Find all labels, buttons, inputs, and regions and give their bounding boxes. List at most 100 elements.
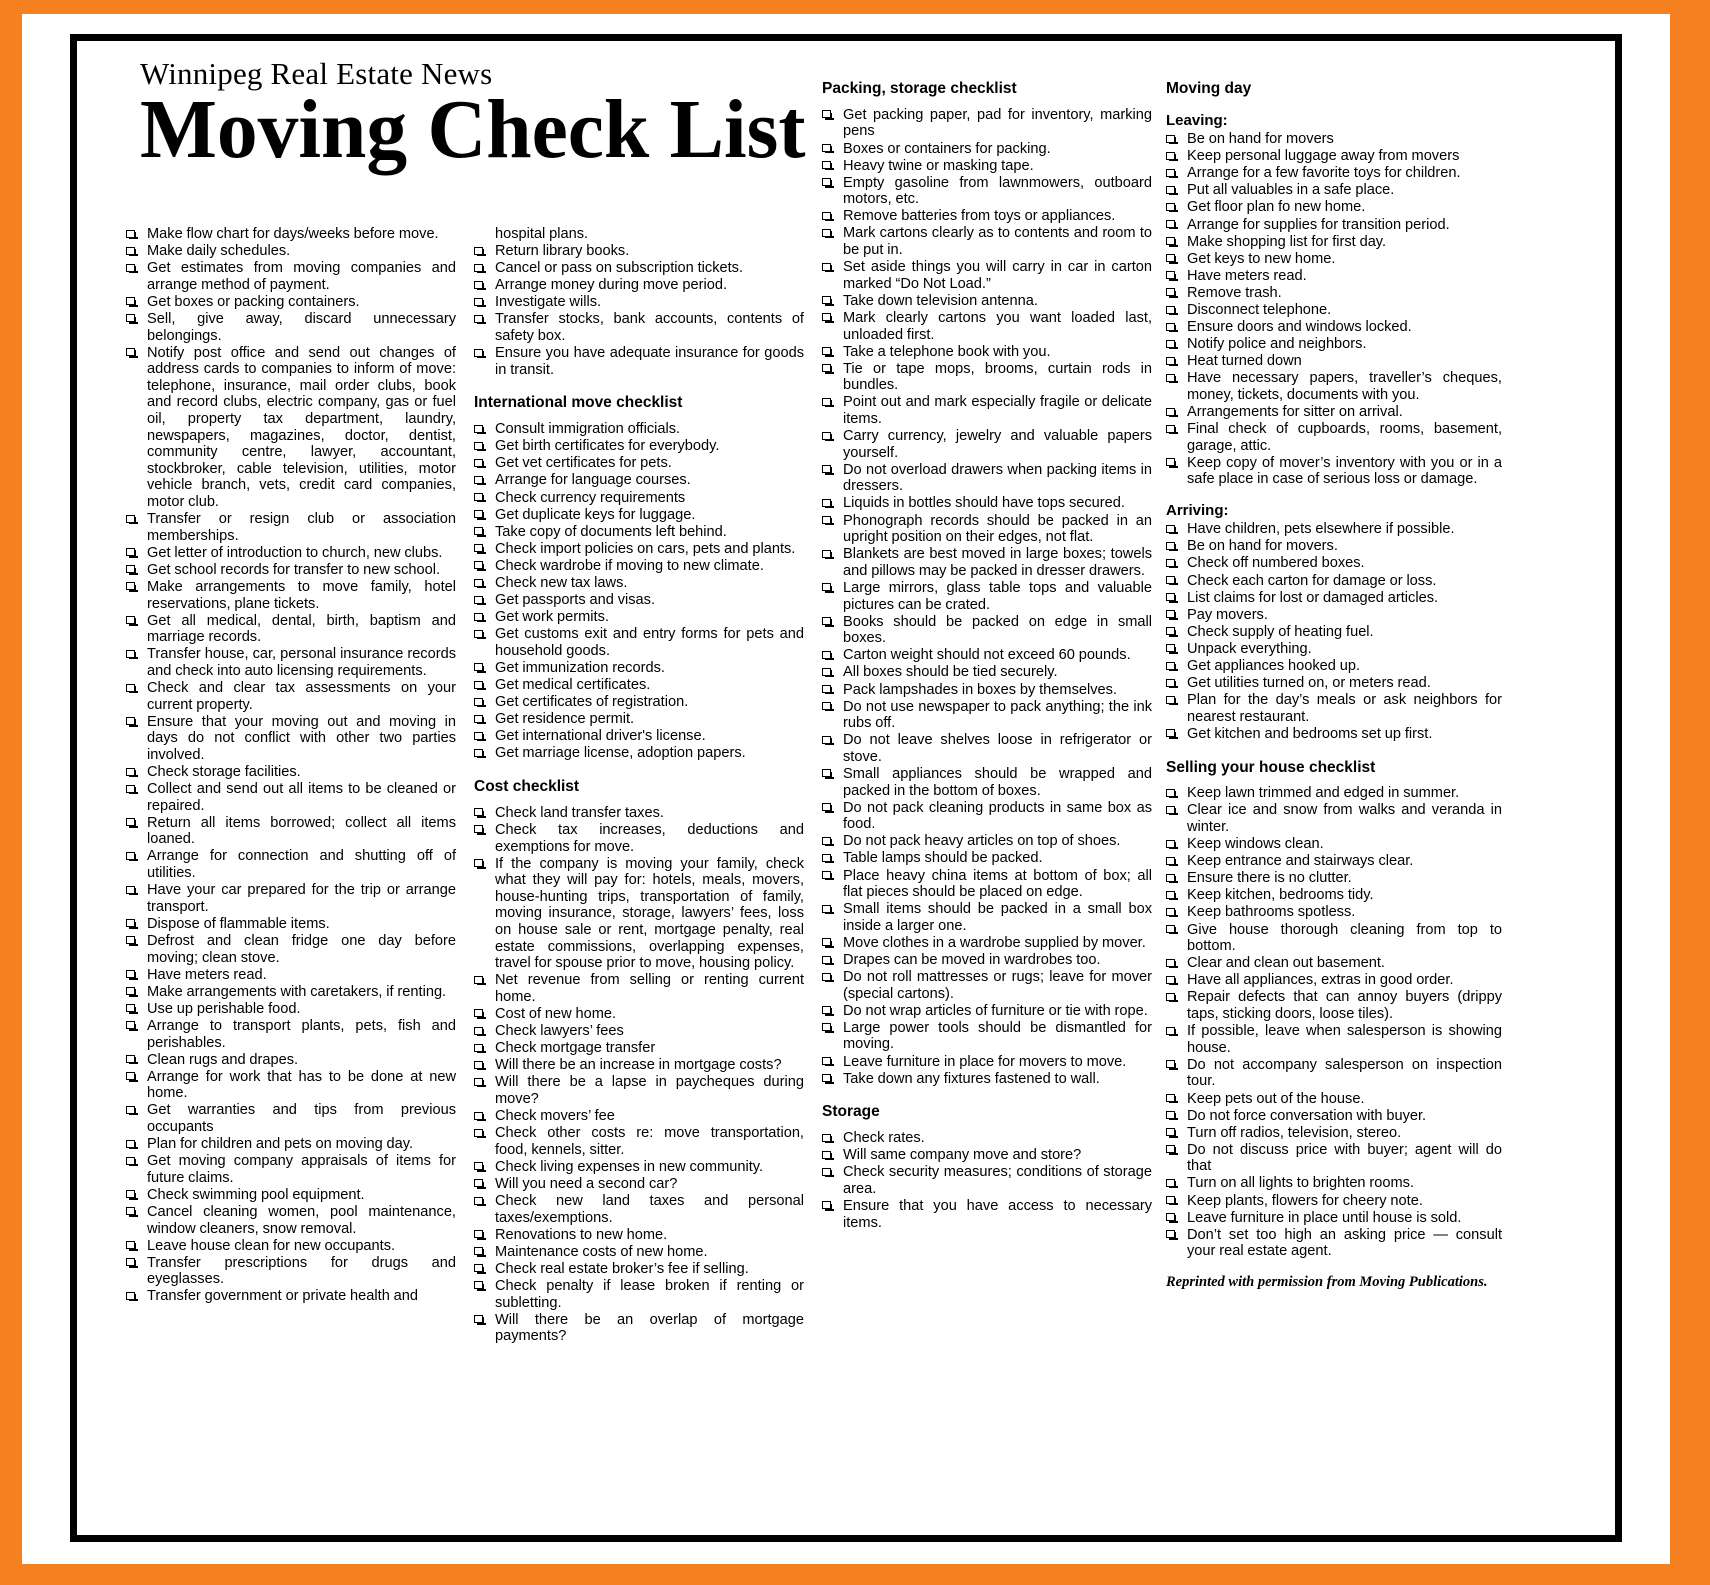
checklist-item[interactable]: Notify post office and send out changes … bbox=[126, 345, 456, 511]
checklist-item[interactable]: Check movers’ fee bbox=[474, 1108, 804, 1125]
checkbox-icon[interactable] bbox=[126, 297, 138, 307]
checkbox-icon[interactable] bbox=[126, 1105, 138, 1116]
checklist-item[interactable]: Keep plants, flowers for cheery note. bbox=[1166, 1193, 1502, 1210]
checklist-item[interactable]: Make flow chart for days/weeks before mo… bbox=[126, 226, 456, 243]
checkbox-icon[interactable] bbox=[1166, 305, 1178, 315]
checkbox-icon[interactable] bbox=[1166, 873, 1178, 884]
checklist-item[interactable]: Ensure that you have access to necessary… bbox=[822, 1198, 1152, 1231]
checkbox-icon[interactable] bbox=[1166, 729, 1178, 739]
checklist-item[interactable]: Use up perishable food. bbox=[126, 1001, 456, 1018]
checklist-item[interactable]: Do not pack heavy articles on top of sho… bbox=[822, 833, 1152, 850]
checkbox-icon[interactable] bbox=[822, 735, 834, 746]
checkbox-icon[interactable] bbox=[126, 348, 138, 358]
checklist-item[interactable]: Clear and clean out basement. bbox=[1166, 955, 1502, 972]
checklist-item[interactable]: Arrange for supplies for transition peri… bbox=[1166, 217, 1502, 234]
checklist-item[interactable]: Take down any fixtures fastened to wall. bbox=[822, 1071, 1152, 1088]
checkbox-icon[interactable] bbox=[474, 1060, 486, 1071]
checklist-item[interactable]: Tie or tape mops, brooms, curtain rods i… bbox=[822, 361, 1152, 394]
checklist-item[interactable]: Do not leave shelves loose in refrigerat… bbox=[822, 732, 1152, 765]
checkbox-icon[interactable] bbox=[126, 1258, 138, 1268]
checkbox-icon[interactable] bbox=[474, 561, 486, 571]
checklist-item[interactable]: If possible, leave when salesperson is s… bbox=[1166, 1023, 1502, 1056]
checklist-item[interactable]: Get certificates of registration. bbox=[474, 694, 804, 711]
checklist-item[interactable]: Check penalty if lease broken if renting… bbox=[474, 1278, 804, 1311]
checkbox-icon[interactable] bbox=[1166, 1060, 1178, 1070]
checklist-item[interactable]: Check lawyers’ fees bbox=[474, 1023, 804, 1040]
checkbox-icon[interactable] bbox=[1166, 458, 1178, 468]
checklist-item[interactable]: Do not accompany salesperson on inspecti… bbox=[1166, 1057, 1502, 1090]
checkbox-icon[interactable] bbox=[822, 1133, 834, 1143]
checklist-item[interactable]: Check real estate broker’s fee if sellin… bbox=[474, 1261, 804, 1278]
checkbox-icon[interactable] bbox=[1166, 907, 1178, 918]
checklist-item[interactable]: Do not roll mattresses or rugs; leave fo… bbox=[822, 969, 1152, 1002]
checklist-item[interactable]: Get floor plan fo new home. bbox=[1166, 199, 1502, 216]
checklist-item[interactable]: Make daily schedules. bbox=[126, 243, 456, 260]
checklist-item[interactable]: Have children, pets elsewhere if possibl… bbox=[1166, 521, 1502, 538]
checkbox-icon[interactable] bbox=[126, 936, 138, 946]
checklist-item[interactable]: Boxes or containers for packing. bbox=[822, 141, 1152, 158]
checklist-item[interactable]: Get medical certificates. bbox=[474, 677, 804, 694]
checklist-item[interactable]: Do not discuss price with buyer; agent w… bbox=[1166, 1142, 1502, 1175]
checkbox-icon[interactable] bbox=[1166, 424, 1178, 435]
checkbox-icon[interactable] bbox=[822, 583, 834, 593]
checkbox-icon[interactable] bbox=[822, 685, 834, 695]
checkbox-icon[interactable] bbox=[474, 1264, 486, 1274]
checkbox-icon[interactable] bbox=[822, 516, 834, 526]
checklist-item[interactable]: Clean rugs and drapes. bbox=[126, 1052, 456, 1069]
checklist-item[interactable]: Renovations to new home. bbox=[474, 1227, 804, 1244]
checkbox-icon[interactable] bbox=[126, 514, 138, 524]
checkbox-icon[interactable] bbox=[474, 612, 486, 623]
checklist-item[interactable]: Make arrangements with caretakers, if re… bbox=[126, 984, 456, 1001]
checkbox-icon[interactable] bbox=[1166, 992, 1178, 1003]
checklist-item[interactable]: Get customs exit and entry forms for pet… bbox=[474, 626, 804, 659]
checkbox-icon[interactable] bbox=[474, 859, 486, 869]
checkbox-icon[interactable] bbox=[822, 1201, 834, 1211]
checkbox-icon[interactable] bbox=[1166, 237, 1178, 247]
checklist-item[interactable]: Check each carton for damage or loss. bbox=[1166, 573, 1502, 590]
checklist-item[interactable]: Check living expenses in new community. bbox=[474, 1159, 804, 1176]
checkbox-icon[interactable] bbox=[1166, 925, 1178, 935]
checklist-item[interactable]: Defrost and clean fridge one day before … bbox=[126, 933, 456, 966]
checklist-item[interactable]: Leave house clean for new occupants. bbox=[126, 1238, 456, 1255]
checklist-item[interactable]: Drapes can be moved in wardrobes too. bbox=[822, 952, 1152, 969]
checkbox-icon[interactable] bbox=[822, 617, 834, 627]
checkbox-icon[interactable] bbox=[126, 767, 138, 777]
checklist-item[interactable]: Check storage facilities. bbox=[126, 764, 456, 781]
checkbox-icon[interactable] bbox=[126, 263, 138, 274]
checkbox-icon[interactable] bbox=[822, 1057, 834, 1067]
checkbox-icon[interactable] bbox=[126, 919, 138, 929]
checklist-item[interactable]: Dispose of flammable items. bbox=[126, 916, 456, 933]
checkbox-icon[interactable] bbox=[822, 313, 834, 323]
checklist-item[interactable]: Leave furniture in place until house is … bbox=[1166, 1210, 1502, 1227]
checklist-item[interactable]: Ensure there is no clutter. bbox=[1166, 870, 1502, 887]
checkbox-icon[interactable] bbox=[1166, 558, 1178, 569]
checkbox-icon[interactable] bbox=[474, 510, 486, 520]
checkbox-icon[interactable] bbox=[474, 424, 486, 435]
checkbox-icon[interactable] bbox=[822, 1074, 834, 1084]
checklist-item[interactable]: Plan for the day’s meals or ask neighbor… bbox=[1166, 692, 1502, 725]
checkbox-icon[interactable] bbox=[822, 938, 834, 948]
checkbox-icon[interactable] bbox=[126, 818, 138, 828]
checkbox-icon[interactable] bbox=[1166, 1026, 1178, 1037]
checklist-item[interactable]: Be on hand for movers bbox=[1166, 131, 1502, 148]
checklist-item[interactable]: Get boxes or packing containers. bbox=[126, 294, 456, 311]
checklist-item[interactable]: Have your car prepared for the trip or a… bbox=[126, 882, 456, 915]
checkbox-icon[interactable] bbox=[1166, 288, 1178, 298]
checkbox-icon[interactable] bbox=[1166, 1230, 1178, 1240]
checkbox-icon[interactable] bbox=[474, 246, 486, 256]
checklist-item[interactable]: Small appliances should be wrapped and p… bbox=[822, 766, 1152, 799]
checkbox-icon[interactable] bbox=[1166, 202, 1178, 213]
checklist-item[interactable]: Large power tools should be dismantled f… bbox=[822, 1020, 1152, 1053]
checkbox-icon[interactable] bbox=[1166, 524, 1178, 535]
checklist-item[interactable]: Transfer stocks, bank accounts, contents… bbox=[474, 311, 804, 344]
checkbox-icon[interactable] bbox=[474, 697, 486, 708]
checkbox-icon[interactable] bbox=[474, 1162, 486, 1172]
checkbox-icon[interactable] bbox=[1166, 593, 1178, 603]
checklist-item[interactable]: Have meters read. bbox=[126, 967, 456, 984]
checklist-item[interactable]: Repair defects that can annoy buyers (dr… bbox=[1166, 989, 1502, 1022]
checkbox-icon[interactable] bbox=[1166, 695, 1178, 706]
checklist-item[interactable]: Consult immigration officials. bbox=[474, 421, 804, 438]
checkbox-icon[interactable] bbox=[474, 595, 486, 605]
checkbox-icon[interactable] bbox=[474, 458, 486, 469]
checkbox-icon[interactable] bbox=[1166, 975, 1178, 986]
